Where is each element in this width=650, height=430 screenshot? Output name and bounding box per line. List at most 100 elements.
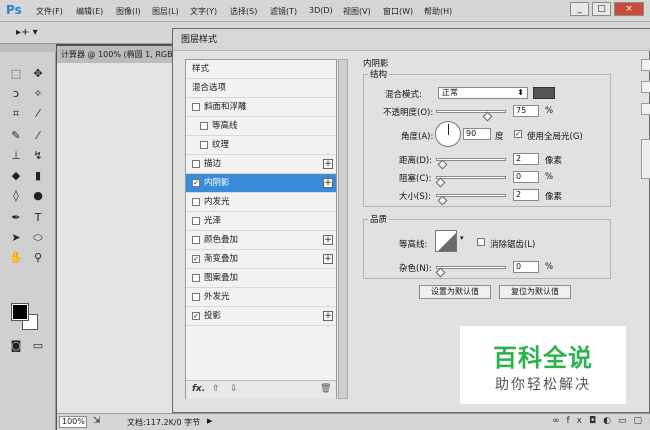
style-item-texture[interactable]: 纹理 bbox=[186, 136, 336, 155]
move-tool-preset[interactable]: ▸+ ▾ bbox=[16, 27, 38, 38]
style-item-inner-shadow[interactable]: ✓ 内阴影 + bbox=[186, 174, 336, 193]
add-stroke-icon[interactable]: + bbox=[323, 159, 333, 169]
tools-panel-header[interactable] bbox=[0, 44, 56, 52]
magic-wand-icon[interactable]: ✧ bbox=[28, 86, 48, 102]
style-list-scrollbar[interactable] bbox=[338, 59, 348, 399]
size-field[interactable]: 2 bbox=[513, 189, 539, 201]
menu-type[interactable]: 文字(Y) bbox=[190, 6, 217, 17]
cancel-button[interactable] bbox=[641, 81, 650, 93]
checkbox[interactable] bbox=[192, 216, 200, 225]
style-item-stroke[interactable]: 描边 + bbox=[186, 155, 336, 174]
reset-default-button[interactable]: 复位为默认值 bbox=[499, 285, 571, 299]
history-brush-icon[interactable]: ↯ bbox=[28, 148, 48, 164]
style-item-gradient-overlay[interactable]: ✓ 渐变叠加 + bbox=[186, 250, 336, 269]
style-item-satin[interactable]: 光泽 bbox=[186, 212, 336, 231]
fx-menu-icon[interactable]: fx. bbox=[192, 384, 205, 394]
noise-field[interactable]: 0 bbox=[513, 261, 539, 273]
menu-help[interactable]: 帮助(H) bbox=[424, 6, 452, 17]
quick-mask-icon[interactable]: ◙ bbox=[6, 338, 26, 354]
style-item-blending-options[interactable]: 混合选项 bbox=[186, 79, 336, 98]
healing-brush-icon[interactable]: ✎ bbox=[6, 128, 26, 144]
choke-slider[interactable] bbox=[435, 176, 506, 188]
menu-select[interactable]: 选择(S) bbox=[230, 6, 257, 17]
move-up-icon[interactable]: ⇧ bbox=[212, 384, 220, 394]
add-color-overlay-icon[interactable]: + bbox=[323, 235, 333, 245]
menu-file[interactable]: 文件(F) bbox=[36, 6, 63, 17]
antialias-checkbox[interactable] bbox=[477, 238, 485, 246]
add-drop-shadow-icon[interactable]: + bbox=[323, 311, 333, 321]
shadow-color-swatch[interactable] bbox=[533, 87, 555, 99]
document-canvas[interactable] bbox=[57, 63, 177, 413]
minimize-button[interactable]: _ bbox=[570, 2, 589, 16]
global-light-checkbox[interactable]: ✓ bbox=[514, 130, 522, 138]
group-icon[interactable]: ▭ bbox=[618, 416, 634, 426]
contour-picker[interactable] bbox=[435, 230, 457, 252]
size-slider[interactable] bbox=[436, 194, 506, 206]
angle-field[interactable]: 90 bbox=[463, 128, 491, 140]
menu-3d[interactable]: 3D(D) bbox=[309, 6, 333, 15]
style-item-color-overlay[interactable]: 颜色叠加 + bbox=[186, 231, 336, 250]
style-item-contour[interactable]: 等高线 bbox=[186, 117, 336, 136]
export-icon[interactable]: ⇲ bbox=[93, 416, 101, 426]
checkbox[interactable] bbox=[192, 102, 200, 111]
checkbox[interactable] bbox=[192, 292, 200, 301]
style-item-pattern-overlay[interactable]: 图案叠加 bbox=[186, 269, 336, 288]
checkbox[interactable] bbox=[192, 235, 200, 244]
checkbox[interactable]: ✓ bbox=[192, 311, 200, 320]
noise-slider[interactable] bbox=[435, 266, 506, 278]
menu-filter[interactable]: 滤镜(T) bbox=[270, 6, 297, 17]
foreground-color-swatch[interactable] bbox=[11, 303, 29, 321]
menu-window[interactable]: 窗口(W) bbox=[383, 6, 413, 17]
contour-dropdown-icon[interactable]: ▾ bbox=[460, 234, 464, 242]
ellipse-tool-icon[interactable]: ⬭ bbox=[28, 230, 48, 246]
menu-layer[interactable]: 图层(L) bbox=[152, 6, 179, 17]
document-tab[interactable]: 计算器 @ 100% (椭圆 1, RGB bbox=[57, 46, 177, 63]
mask-icon[interactable]: ◘ bbox=[589, 416, 603, 426]
eraser-tool-icon[interactable]: ◆ bbox=[6, 168, 26, 184]
menu-edit[interactable]: 编辑(E) bbox=[76, 6, 103, 17]
angle-dial[interactable] bbox=[435, 121, 461, 147]
new-style-button[interactable] bbox=[641, 103, 650, 115]
menu-image[interactable]: 图像(I) bbox=[116, 6, 141, 17]
marquee-tool-icon[interactable]: ⬚ bbox=[6, 66, 26, 82]
zoom-field[interactable]: 100% bbox=[59, 416, 87, 428]
dialog-title[interactable]: 图层样式 bbox=[173, 29, 650, 51]
adjustment-icon[interactable]: ◐ bbox=[603, 416, 618, 426]
style-item-drop-shadow[interactable]: ✓ 投影 + bbox=[186, 307, 336, 326]
move-tool-icon[interactable]: ✥ bbox=[28, 66, 48, 82]
style-item-bevel-emboss[interactable]: 斜面和浮雕 bbox=[186, 98, 336, 117]
checkbox[interactable] bbox=[200, 121, 208, 130]
trash-icon[interactable]: 🗑 bbox=[320, 384, 331, 394]
crop-tool-icon[interactable]: ⌗ bbox=[6, 106, 26, 122]
choke-field[interactable]: 0 bbox=[513, 171, 539, 183]
add-gradient-overlay-icon[interactable]: + bbox=[323, 254, 333, 264]
brush-tool-icon[interactable]: ⁄ bbox=[28, 128, 48, 144]
fx-icon[interactable]: fx bbox=[567, 416, 590, 426]
ok-button[interactable] bbox=[641, 59, 650, 71]
opacity-slider[interactable] bbox=[436, 110, 506, 122]
type-tool-icon[interactable]: T bbox=[28, 210, 48, 226]
clone-stamp-icon[interactable]: ⊥ bbox=[6, 148, 26, 164]
checkbox[interactable] bbox=[192, 273, 200, 282]
checkbox[interactable] bbox=[192, 197, 200, 206]
distance-field[interactable]: 2 bbox=[513, 153, 539, 165]
add-inner-shadow-icon[interactable]: + bbox=[323, 178, 333, 188]
pen-tool-icon[interactable]: ✒ bbox=[6, 210, 26, 226]
style-item-inner-glow[interactable]: 内发光 bbox=[186, 193, 336, 212]
eyedropper-icon[interactable]: ⁄ bbox=[28, 106, 48, 122]
checkbox[interactable] bbox=[200, 140, 208, 149]
link-layers-icon[interactable]: ∞ bbox=[552, 416, 567, 426]
move-down-icon[interactable]: ⇩ bbox=[230, 384, 238, 394]
checkbox[interactable] bbox=[192, 159, 200, 168]
close-button[interactable]: × bbox=[614, 2, 644, 16]
style-item-styles[interactable]: 样式 bbox=[186, 60, 336, 79]
gradient-tool-icon[interactable]: ▮ bbox=[28, 168, 48, 184]
menu-view[interactable]: 视图(V) bbox=[343, 6, 371, 17]
path-selection-icon[interactable]: ➤ bbox=[6, 230, 26, 246]
set-default-button[interactable]: 设置为默认值 bbox=[419, 285, 491, 299]
status-arrow[interactable]: ▶ bbox=[207, 417, 212, 425]
blur-tool-icon[interactable]: ◊ bbox=[6, 188, 26, 204]
dodge-tool-icon[interactable]: ● bbox=[28, 188, 48, 204]
checkbox[interactable]: ✓ bbox=[192, 178, 200, 187]
screen-mode-icon[interactable]: ▭ bbox=[28, 338, 48, 354]
